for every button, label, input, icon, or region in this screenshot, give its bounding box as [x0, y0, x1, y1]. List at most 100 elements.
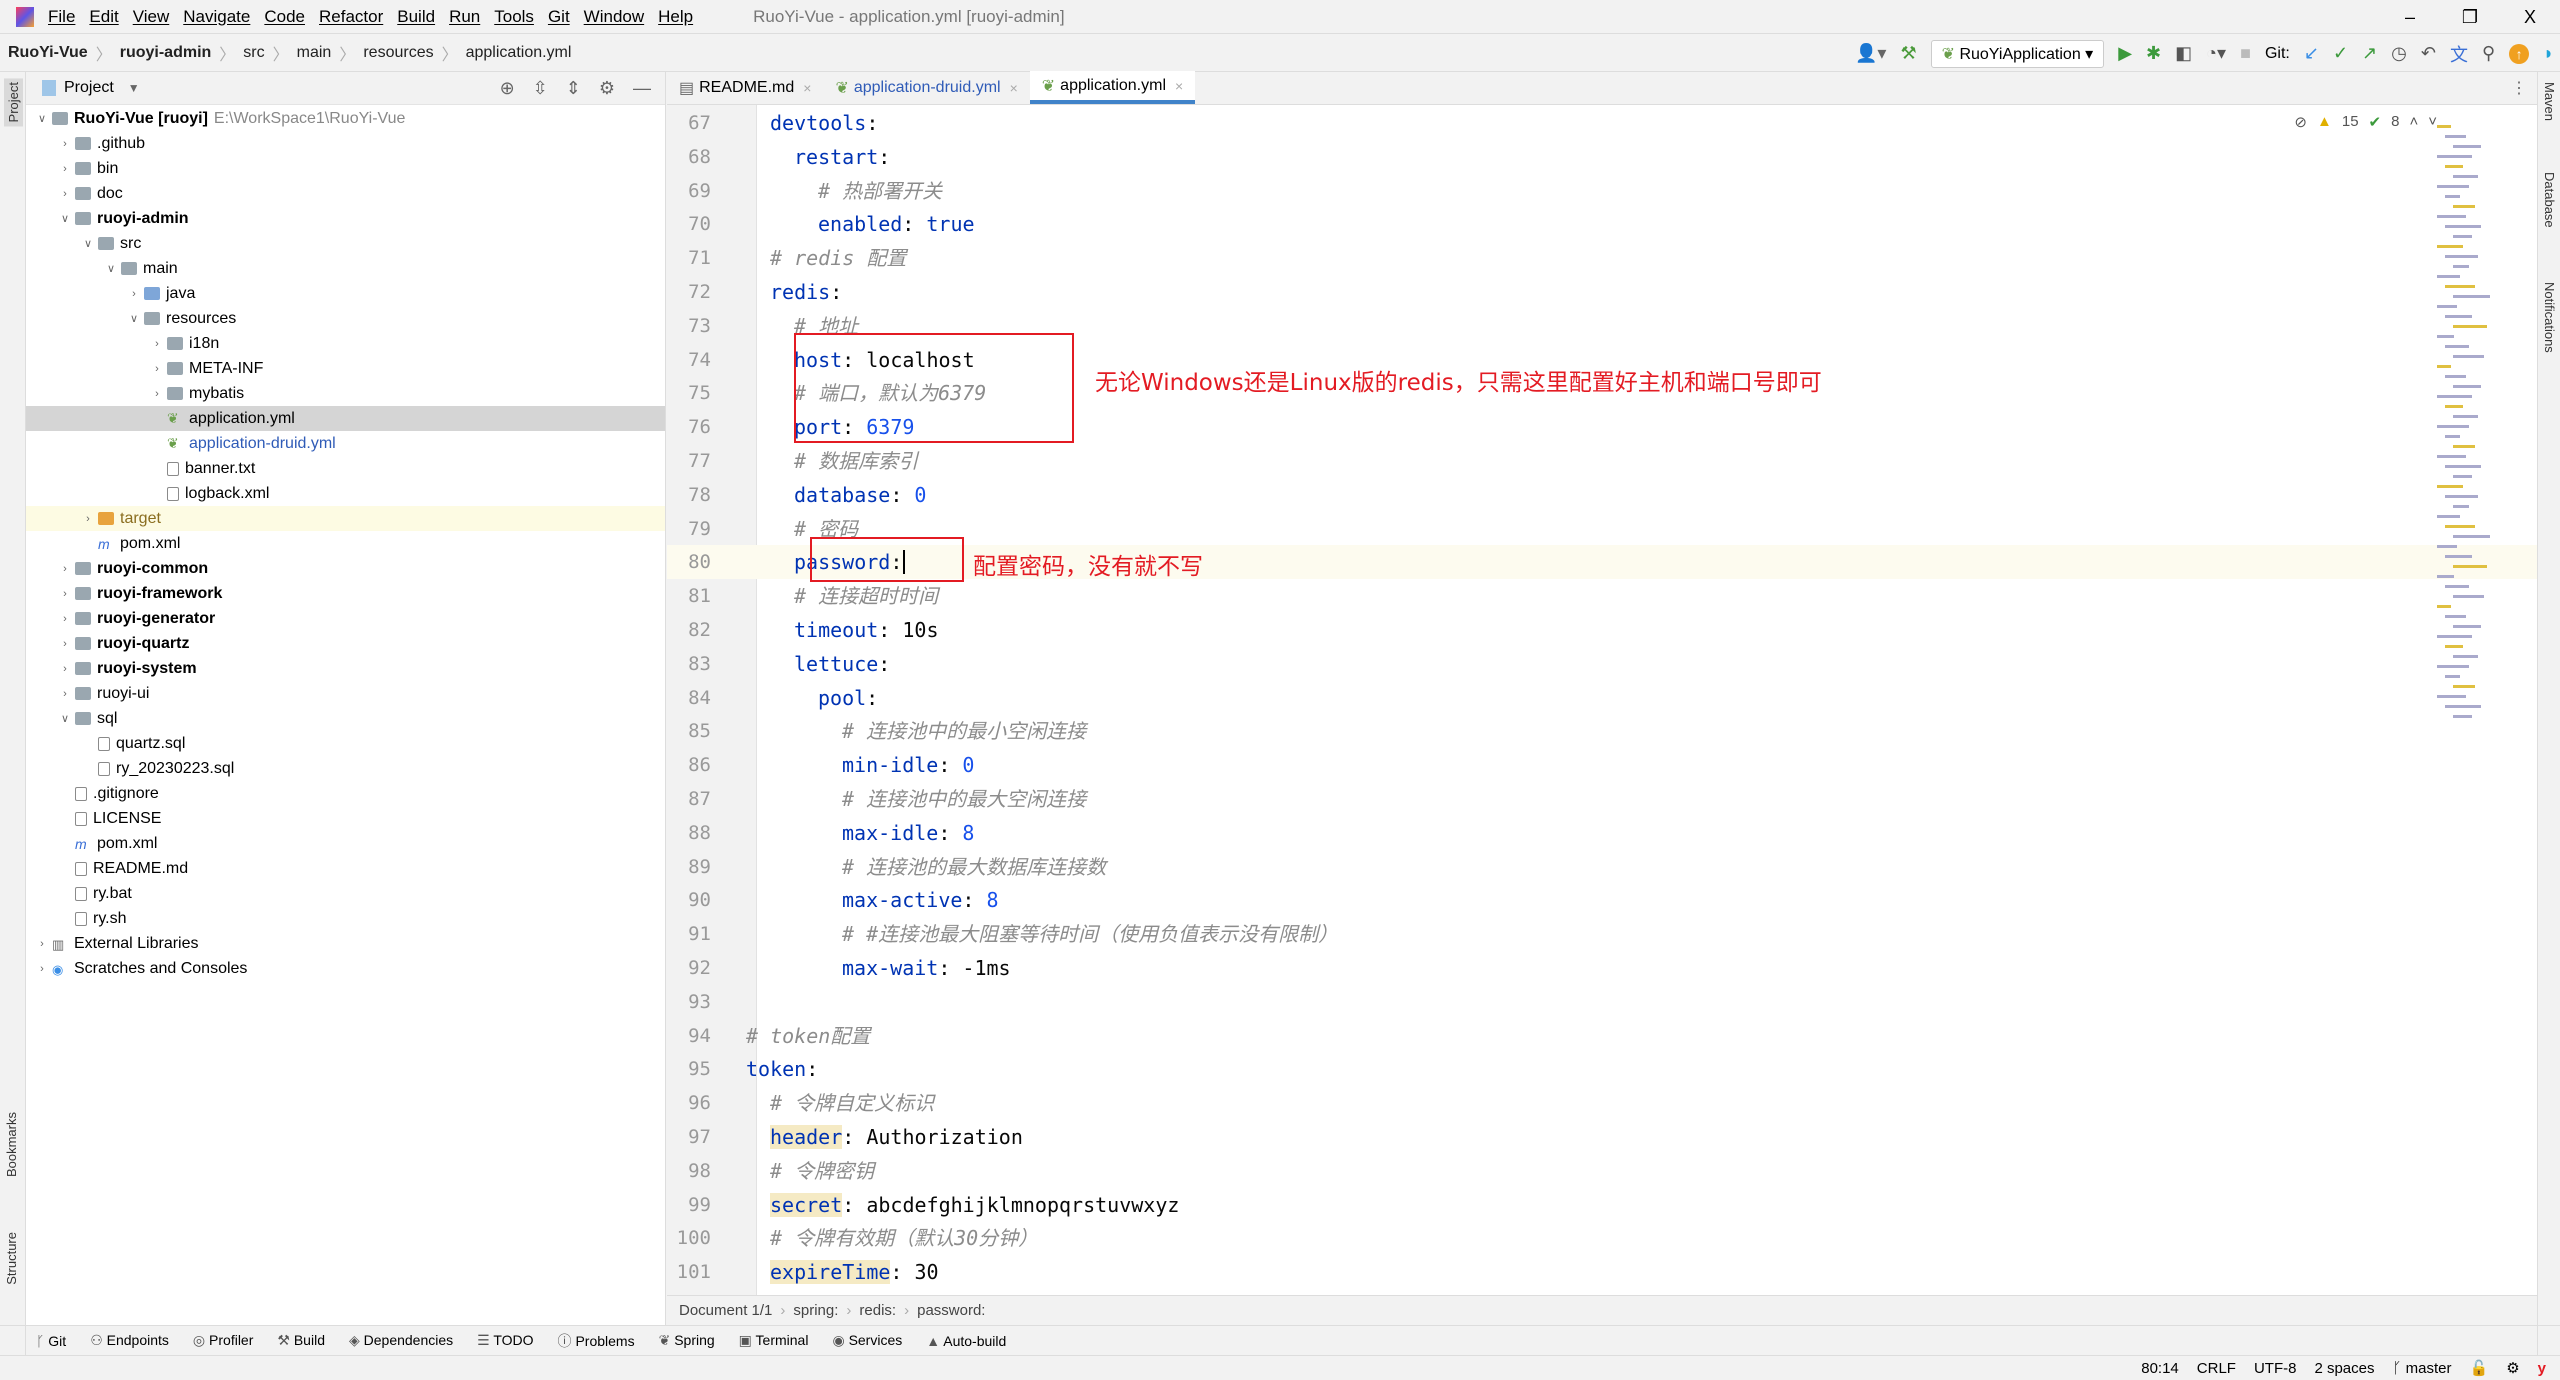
breadcrumb-item[interactable]: resources	[363, 44, 433, 62]
tree-item[interactable]: .gitignore	[26, 781, 665, 806]
more-tabs-icon[interactable]: ⋮	[2511, 78, 2527, 98]
close-tab-icon[interactable]: ×	[1010, 80, 1018, 96]
close-tab-icon[interactable]: ×	[1175, 78, 1183, 94]
indent-setting[interactable]: 2 spaces	[2314, 1360, 2374, 1377]
profile-icon[interactable]: ◔▾	[2206, 43, 2226, 64]
chevron-down-icon[interactable]: ∨	[103, 262, 119, 275]
tree-item[interactable]: › ◉ Scratches and Consoles	[26, 956, 665, 981]
tree-item[interactable]: › ruoyi-common	[26, 556, 665, 581]
tab-application-yml[interactable]: ❦ application.yml ×	[1029, 71, 1196, 104]
menu-code[interactable]: Code	[264, 7, 305, 27]
tree-item[interactable]: › META-INF	[26, 356, 665, 381]
translate-icon[interactable]: 文	[2450, 41, 2468, 67]
toolwindow-dependencies[interactable]: ◈ Dependencies	[349, 1332, 453, 1349]
file-encoding[interactable]: UTF-8	[2254, 1360, 2297, 1377]
menu-refactor[interactable]: Refactor	[319, 7, 383, 27]
menu-file[interactable]: File	[48, 7, 75, 27]
tree-item[interactable]: ❦ application.yml	[26, 406, 665, 431]
user-icon[interactable]: 👤▾	[1855, 43, 1886, 64]
chevron-down-icon[interactable]: ▼	[128, 81, 140, 95]
git-update-icon[interactable]: ↙	[2304, 43, 2319, 64]
project-tool-button[interactable]: Project	[4, 78, 23, 127]
chevron-right-icon[interactable]: ›	[57, 663, 73, 675]
restore-button[interactable]: ❐	[2440, 0, 2500, 34]
plugin-icon[interactable]: ◗	[2543, 43, 2554, 64]
menu-view[interactable]: View	[133, 7, 170, 27]
chevron-down-icon[interactable]: ∨	[126, 312, 142, 325]
tree-item[interactable]: ∨ resources	[26, 306, 665, 331]
close-button[interactable]: X	[2500, 0, 2560, 34]
toolwindow-problems[interactable]: ⓘ Problems	[558, 1331, 635, 1351]
toolwindow-git[interactable]: ᚴ Git	[36, 1333, 66, 1349]
lock-icon[interactable]: 🔓	[2470, 1359, 2489, 1377]
breadcrumb-item[interactable]: ruoyi-admin	[120, 44, 212, 62]
chevron-down-icon[interactable]: ∨	[57, 712, 73, 725]
tree-item[interactable]: › ruoyi-generator	[26, 606, 665, 631]
notifications-tool-button[interactable]: Notifications	[2542, 282, 2557, 353]
expand-all-icon[interactable]: ⇳	[533, 78, 548, 99]
toolwindow-services[interactable]: ◉ Services	[832, 1332, 902, 1349]
breadcrumb-item[interactable]: src	[243, 44, 264, 62]
tree-item[interactable]: › mybatis	[26, 381, 665, 406]
locate-icon[interactable]: ⊕	[500, 78, 515, 99]
toolwindow-terminal[interactable]: ▣ Terminal	[739, 1332, 809, 1349]
toolwindow-auto-build[interactable]: ▲ Auto-build	[926, 1333, 1006, 1349]
tree-item[interactable]: ∨ src	[26, 231, 665, 256]
debug-icon[interactable]: ✱	[2146, 43, 2161, 64]
breadcrumb-item[interactable]: application.yml	[466, 44, 572, 62]
tree-item[interactable]: README.md	[26, 856, 665, 881]
chevron-right-icon[interactable]: ›	[57, 638, 73, 650]
chevron-right-icon[interactable]: ›	[57, 688, 73, 700]
toolwindow-build[interactable]: ⚒ Build	[277, 1332, 325, 1349]
tree-item[interactable]: ∨ sql	[26, 706, 665, 731]
history-icon[interactable]: ◷	[2391, 43, 2407, 64]
minimize-button[interactable]: –	[2380, 0, 2440, 34]
tree-item[interactable]: › bin	[26, 156, 665, 181]
tree-item[interactable]: › ruoyi-framework	[26, 581, 665, 606]
update-icon[interactable]: ↑	[2509, 43, 2530, 64]
prev-highlight-icon[interactable]: ˄	[2409, 113, 2418, 131]
tree-item[interactable]: ry_20230223.sql	[26, 756, 665, 781]
line-separator[interactable]: CRLF	[2197, 1360, 2236, 1377]
bookmarks-tool-button[interactable]: Bookmarks	[4, 1112, 19, 1177]
chevron-right-icon[interactable]: ›	[57, 588, 73, 600]
run-configuration-select[interactable]: ❦ RuoYiApplication ▾	[1930, 39, 2105, 68]
ide-settings-icon[interactable]: ⚙	[2506, 1359, 2519, 1377]
chevron-right-icon[interactable]: ›	[149, 363, 165, 375]
inspection-widget[interactable]: ⊘ ▲ 15 ✔ 8 ˄ ˅	[2294, 113, 2437, 131]
tree-item[interactable]: ∨ ruoyi-admin	[26, 206, 665, 231]
toolwindow-todo[interactable]: ☰ TODO	[477, 1332, 533, 1349]
tab-readme-md[interactable]: ▤ README.md ×	[667, 71, 823, 104]
git-push-icon[interactable]: ↗	[2362, 43, 2377, 64]
tree-item[interactable]: › i18n	[26, 331, 665, 356]
gear-icon[interactable]: ⚙	[599, 78, 615, 99]
menu-git[interactable]: Git	[548, 7, 570, 27]
structure-tool-button[interactable]: Structure	[4, 1232, 19, 1285]
tree-item[interactable]: ❦ application-druid.yml	[26, 431, 665, 456]
chevron-right-icon[interactable]: ›	[57, 188, 73, 200]
database-tool-button[interactable]: Database	[2542, 172, 2557, 228]
tree-item[interactable]: logback.xml	[26, 481, 665, 506]
chevron-right-icon[interactable]: ›	[80, 513, 96, 525]
editor-breadcrumb-item[interactable]: password:	[917, 1302, 985, 1319]
menu-build[interactable]: Build	[397, 7, 435, 27]
tree-item[interactable]: › target	[26, 506, 665, 531]
chevron-right-icon[interactable]: ›	[57, 163, 73, 175]
tree-item[interactable]: › ruoyi-ui	[26, 681, 665, 706]
tree-item[interactable]: › doc	[26, 181, 665, 206]
chevron-right-icon[interactable]: ›	[149, 388, 165, 400]
reader-mode-icon[interactable]: ⊘	[2294, 113, 2307, 131]
toolwindow-endpoints[interactable]: ⚇ Endpoints	[90, 1332, 169, 1349]
chevron-right-icon[interactable]: ›	[57, 563, 73, 575]
error-stripe[interactable]	[2437, 105, 2517, 1295]
stop-icon[interactable]: ■	[2240, 43, 2251, 64]
editor-breadcrumb-item[interactable]: Document 1/1	[679, 1302, 772, 1319]
rollback-icon[interactable]: ↶	[2421, 43, 2436, 64]
menu-edit[interactable]: Edit	[89, 7, 118, 27]
caret-position[interactable]: 80:14	[2141, 1360, 2179, 1377]
menu-window[interactable]: Window	[584, 7, 644, 27]
tree-item[interactable]: ∨ RuoYi-Vue [ruoyi] E:\WorkSpace1\RuoYi-Vu…	[26, 106, 665, 131]
menu-help[interactable]: Help	[658, 7, 693, 27]
menu-run[interactable]: Run	[449, 7, 480, 27]
tree-item[interactable]: m pom.xml	[26, 531, 665, 556]
